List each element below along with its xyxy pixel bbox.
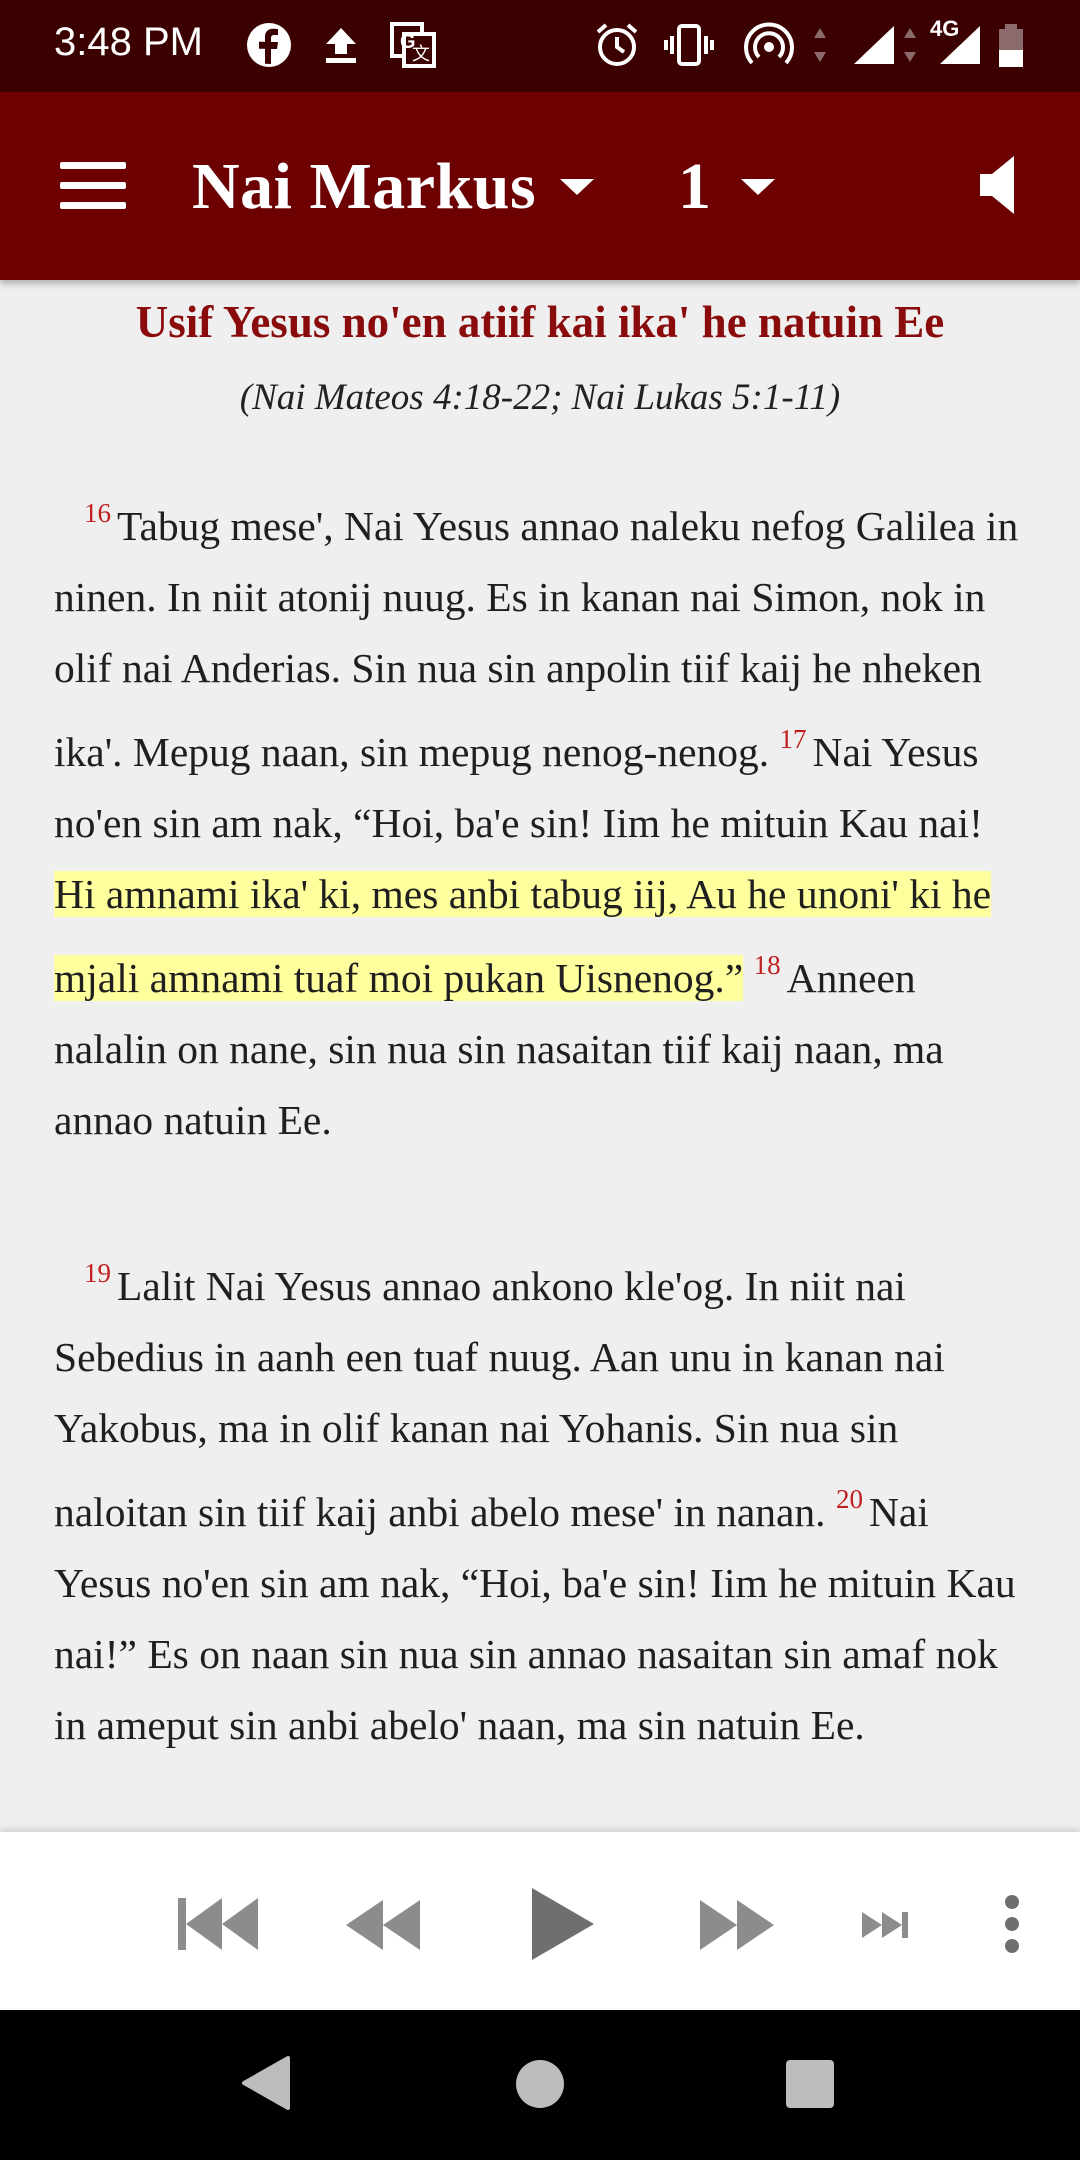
verse-number[interactable]: 20 xyxy=(836,1484,863,1514)
chapter-selector[interactable]: 1 xyxy=(678,142,775,232)
data-arrows-icon xyxy=(814,28,826,62)
verse-number[interactable]: 17 xyxy=(780,724,807,754)
data-arrows-icon-2 xyxy=(904,28,916,62)
translate-icon: G 文 xyxy=(390,22,436,68)
play-icon[interactable] xyxy=(528,1886,598,1962)
paragraph: 16 Tabug mese', Nai Yesus annao naleku ne… xyxy=(54,478,1034,1156)
book-title: Nai Markus xyxy=(192,150,537,223)
recents-icon[interactable] xyxy=(784,2058,836,2110)
chevron-down-icon xyxy=(560,179,595,195)
status-time: 3:48 PM xyxy=(54,20,203,64)
verse-number[interactable]: 19 xyxy=(84,1258,111,1288)
chevron-down-icon xyxy=(741,179,775,195)
status-bar: 3:48 PM G 文 4G xyxy=(0,0,1080,92)
home-icon[interactable] xyxy=(514,2058,566,2110)
book-selector[interactable]: Nai Markus xyxy=(192,142,595,232)
signal-icon xyxy=(854,26,894,64)
chapter-number: 1 xyxy=(678,150,711,223)
verse-number[interactable]: 18 xyxy=(754,950,781,980)
facebook-icon xyxy=(247,23,291,67)
audio-player-bar xyxy=(0,1832,1080,2010)
verse-number[interactable]: 16 xyxy=(84,498,111,528)
skip-to-end-icon[interactable] xyxy=(860,1910,910,1940)
section-heading: Usif Yesus no'en atiif kai ika' he natui… xyxy=(135,297,945,347)
svg-text:文: 文 xyxy=(412,44,430,65)
skip-to-start-icon[interactable] xyxy=(176,1894,260,1954)
alarm-icon xyxy=(596,23,638,66)
system-nav-bar xyxy=(0,2010,1080,2160)
menu-icon[interactable] xyxy=(60,162,126,210)
section-reference: (Nai Mateos 4:18-22; Nai Lukas 5:1-11) xyxy=(239,377,841,418)
chapter-content[interactable]: Usif Yesus no'en atiif kai ika' he natui… xyxy=(0,280,1080,1832)
vibrate-icon xyxy=(664,24,714,66)
rewind-icon[interactable] xyxy=(344,1898,422,1952)
speaker-icon[interactable] xyxy=(980,154,1020,216)
more-vert-icon[interactable] xyxy=(1000,1894,1024,1954)
paragraph: 19 Lalit Nai Yesus annao ankono kle'og. I… xyxy=(54,1238,1034,1761)
back-icon[interactable] xyxy=(240,2054,292,2112)
verse-text[interactable]: Lalit Nai Yesus annao ankono kle'og. In … xyxy=(54,1263,945,1535)
4g-signal-icon xyxy=(940,26,980,64)
hotspot-icon xyxy=(744,22,794,65)
fast-forward-icon[interactable] xyxy=(698,1898,776,1952)
app-bar: Nai Markus 1 xyxy=(0,92,1080,280)
upload-icon xyxy=(326,28,356,63)
battery-icon xyxy=(999,24,1023,67)
